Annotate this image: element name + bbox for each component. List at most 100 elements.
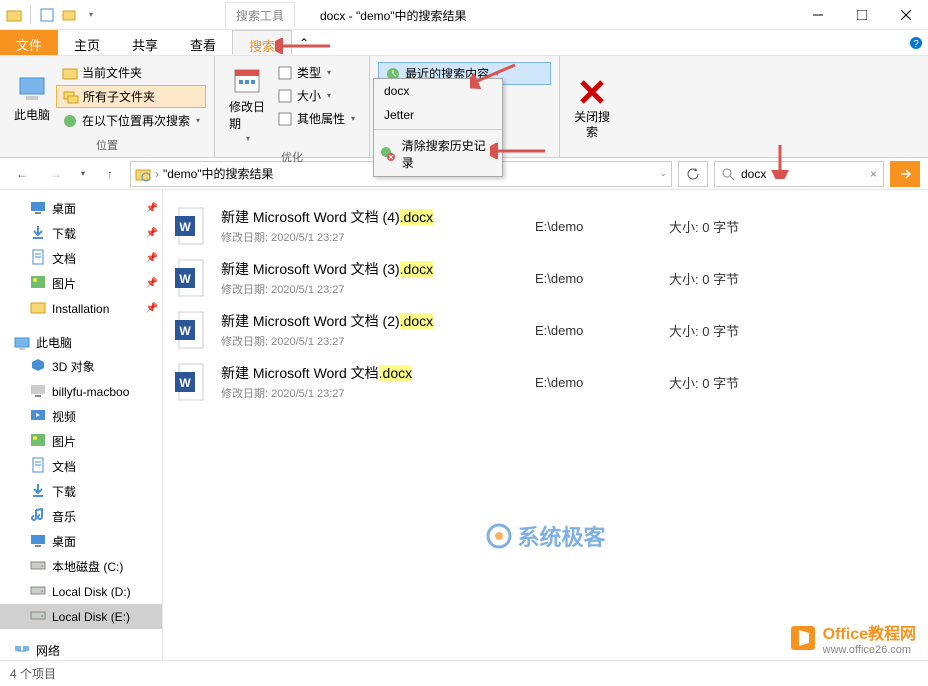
- clear-search-icon[interactable]: ×: [870, 167, 877, 181]
- tree-item[interactable]: 桌面 📌: [0, 196, 162, 221]
- computer-icon: [14, 335, 30, 351]
- chevron-down-icon: ▾: [495, 69, 499, 78]
- tab-search[interactable]: 搜索: [232, 30, 292, 55]
- all-subfolders-button[interactable]: 所有子文件夹: [56, 85, 206, 108]
- svg-text:W: W: [179, 376, 191, 390]
- type-label: 类型: [297, 64, 321, 81]
- tree-label: 网络: [36, 642, 60, 659]
- chevron-down-icon: ▾: [327, 68, 331, 77]
- tab-home[interactable]: 主页: [58, 30, 116, 55]
- result-modified: 修改日期: 2020/5/1 23:27: [221, 229, 521, 245]
- tree-item[interactable]: 下载📌: [0, 221, 162, 246]
- minimize-button[interactable]: [796, 0, 840, 30]
- chevron-down-icon: ▾: [196, 116, 200, 125]
- close-button[interactable]: [884, 0, 928, 30]
- tree-item[interactable]: 视频: [0, 404, 162, 429]
- tree-item[interactable]: 本地磁盘 (C:): [0, 554, 162, 579]
- current-folder-button[interactable]: 当前文件夹: [56, 62, 206, 83]
- result-row[interactable]: W新建 Microsoft Word 文档 (4).docx修改日期: 2020…: [175, 200, 916, 252]
- computer-icon: [16, 72, 48, 104]
- tree-label: 下载: [52, 225, 76, 242]
- tree-item[interactable]: billyfu-macboo: [0, 379, 162, 404]
- tree-label: 桌面: [52, 200, 76, 217]
- result-modified: 修改日期: 2020/5/1 23:27: [221, 281, 521, 297]
- content-body: 桌面 📌 下载📌文档📌图片📌 Installation 📌 此电脑 3D 对象billy…: [0, 190, 928, 660]
- folder-icon: [30, 299, 46, 318]
- search-go-button[interactable]: [890, 161, 920, 187]
- tab-view[interactable]: 查看: [174, 30, 232, 55]
- up-button[interactable]: ↑: [96, 160, 124, 188]
- breadcrumb[interactable]: "demo"中的搜索结果: [163, 165, 274, 182]
- result-row[interactable]: W新建 Microsoft Word 文档 (3).docx修改日期: 2020…: [175, 252, 916, 304]
- tree-label: 图片: [52, 433, 76, 450]
- tree-network[interactable]: 网络: [0, 639, 162, 660]
- refresh-button[interactable]: [678, 161, 708, 187]
- separator: [30, 6, 31, 24]
- close-search-button[interactable]: 关闭搜索: [568, 60, 616, 155]
- history-dropdown-icon[interactable]: ▾: [76, 160, 90, 188]
- word-doc-icon: W: [175, 310, 207, 350]
- word-doc-icon: W: [175, 258, 207, 298]
- ribbon-group-location: 此电脑 当前文件夹 所有子文件夹 在以下位置再次搜索 ▾ 位置: [0, 56, 215, 157]
- collapse-ribbon-icon[interactable]: ⌃: [292, 30, 316, 55]
- tree-label: 本地磁盘 (C:): [52, 558, 123, 575]
- arrow-right-icon: [898, 167, 912, 181]
- tree-item[interactable]: 文档: [0, 454, 162, 479]
- search-box[interactable]: docx ×: [714, 161, 884, 187]
- result-row[interactable]: W新建 Microsoft Word 文档.docx修改日期: 2020/5/1…: [175, 356, 916, 408]
- tree-item[interactable]: 桌面: [0, 529, 162, 554]
- recent-item[interactable]: docx: [374, 79, 502, 103]
- pin-icon: 📌: [146, 203, 158, 214]
- svg-text:?: ?: [913, 39, 919, 50]
- modify-date-button[interactable]: 修改日期 ▾: [223, 60, 271, 147]
- tab-share[interactable]: 共享: [116, 30, 174, 55]
- refresh-icon: [686, 167, 700, 181]
- tree-item[interactable]: Local Disk (D:): [0, 579, 162, 604]
- desktop-icon: [30, 199, 46, 218]
- document-icon: [30, 457, 46, 476]
- tree-label: Local Disk (D:): [52, 585, 131, 599]
- ribbon-tabs: 文件 主页 共享 查看 搜索 ⌃ ?: [0, 30, 928, 56]
- result-size: 大小: 0 字节: [669, 217, 739, 236]
- pin-icon: 📌: [146, 303, 158, 314]
- type-button[interactable]: 类型 ▾: [271, 62, 361, 83]
- qat-dropdown-icon[interactable]: ▾: [83, 7, 99, 23]
- folder-icon: [6, 7, 22, 23]
- clear-history-button[interactable]: 清除搜索历史记录: [374, 132, 502, 176]
- result-size: 大小: 0 字节: [669, 373, 739, 392]
- back-button[interactable]: ←: [8, 160, 36, 188]
- tree-item[interactable]: Local Disk (E:): [0, 604, 162, 629]
- tree-item[interactable]: 图片: [0, 429, 162, 454]
- size-button[interactable]: 大小▾: [271, 85, 361, 106]
- tree-item[interactable]: 音乐: [0, 504, 162, 529]
- result-row[interactable]: W新建 Microsoft Word 文档 (2).docx修改日期: 2020…: [175, 304, 916, 356]
- download-icon: [30, 224, 46, 243]
- forward-button[interactable]: →: [42, 160, 70, 188]
- tree-this-pc[interactable]: 此电脑: [0, 331, 162, 354]
- tree-item[interactable]: Installation 📌: [0, 296, 162, 321]
- new-folder-icon[interactable]: [61, 7, 77, 23]
- maximize-button[interactable]: [840, 0, 884, 30]
- result-path: E:\demo: [535, 375, 655, 390]
- search-again-button[interactable]: 在以下位置再次搜索 ▾: [56, 110, 206, 131]
- folder-icon: [62, 65, 78, 81]
- tree-item[interactable]: 下载: [0, 479, 162, 504]
- svg-text:W: W: [179, 220, 191, 234]
- subfolders-icon: [63, 89, 79, 105]
- quick-access-toolbar: ▾: [0, 6, 105, 24]
- watermark-text: 系统极客: [517, 520, 605, 552]
- search-input[interactable]: docx: [741, 167, 864, 181]
- tree-label: Installation: [52, 302, 109, 316]
- tree-item[interactable]: 3D 对象: [0, 354, 162, 379]
- help-icon[interactable]: ?: [904, 30, 928, 55]
- delete-history-icon: [380, 146, 396, 162]
- address-dropdown-icon[interactable]: ⌄: [659, 168, 667, 179]
- properties-icon[interactable]: [39, 7, 55, 23]
- this-pc-button[interactable]: 此电脑: [8, 60, 56, 135]
- tree-item[interactable]: 文档📌: [0, 246, 162, 271]
- tree-item[interactable]: 图片📌: [0, 271, 162, 296]
- recent-item[interactable]: Jetter: [374, 103, 502, 127]
- tab-file[interactable]: 文件: [0, 30, 58, 55]
- size-icon: [277, 88, 293, 104]
- other-props-button[interactable]: 其他属性▾: [271, 108, 361, 129]
